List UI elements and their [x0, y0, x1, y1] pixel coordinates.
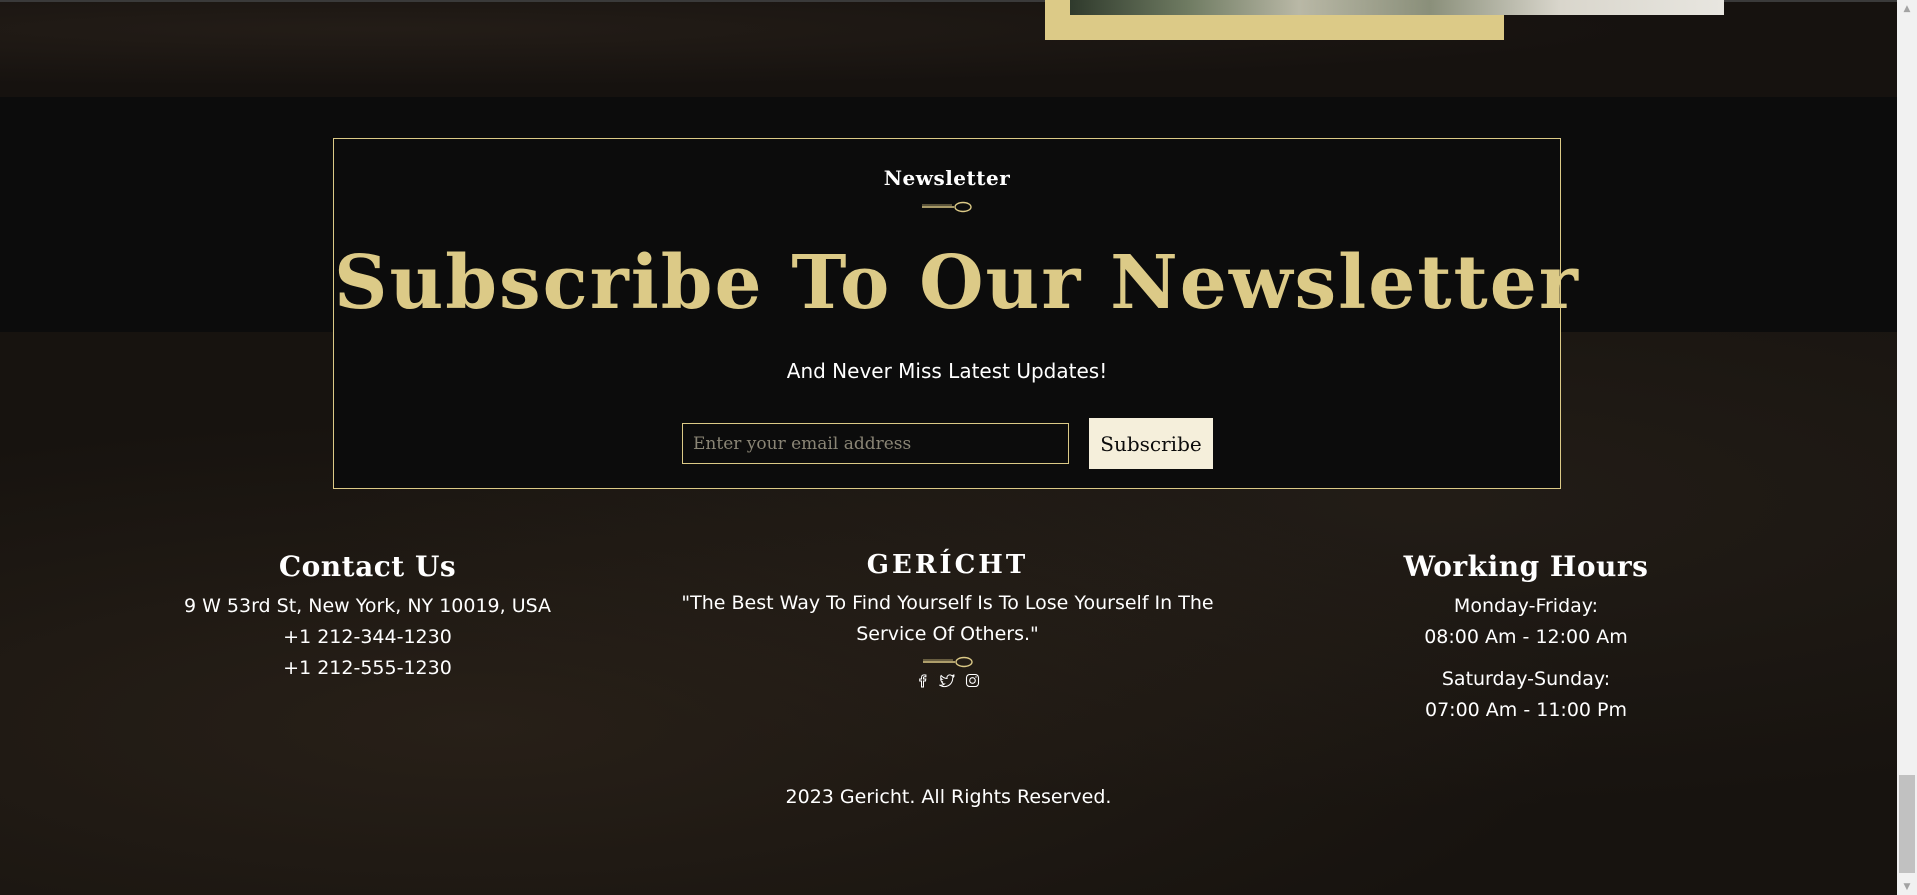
weekday-label: Monday-Friday:	[1453, 595, 1599, 617]
email-input[interactable]	[682, 423, 1069, 464]
scroll-up-arrow-icon[interactable]: ▲	[1897, 0, 1917, 17]
twitter-icon[interactable]	[938, 672, 956, 689]
page: Newsletter Subscribe To Our Newsletter A…	[0, 0, 1917, 895]
instagram-icon[interactable]	[964, 672, 981, 689]
weekend-hours: 07:00 Am - 11:00 Pm	[1425, 699, 1627, 721]
working-hours-column: Working Hours Monday-Friday: 08:00 Am - …	[1380, 550, 1672, 726]
contact-address: 9 W 53rd St, New York, NY 10019, USA	[183, 595, 552, 617]
spoon-divider-icon	[650, 656, 1245, 668]
vertical-scrollbar[interactable]: ▲ ▼	[1897, 0, 1917, 895]
contact-column: Contact Us 9 W 53rd St, New York, NY 100…	[150, 550, 585, 684]
contact-details: 9 W 53rd St, New York, NY 10019, USA +1 …	[150, 591, 585, 684]
hours-spacer	[1380, 653, 1672, 664]
spoon-divider-icon	[334, 201, 1560, 213]
newsletter-box: Newsletter Subscribe To Our Newsletter A…	[333, 138, 1580, 489]
contact-phone-1: +1 212-344-1230	[283, 626, 452, 648]
copyright-text: 2023 Gericht. All Rights Reserved.	[785, 786, 1112, 808]
newsletter-title: Subscribe To Our Newsletter	[334, 240, 1580, 326]
gallery-image-edge	[1070, 0, 1724, 15]
newsletter-tagline: And Never Miss Latest Updates!	[786, 359, 1108, 383]
working-hours-details: Monday-Friday: 08:00 Am - 12:00 Am Satur…	[1380, 591, 1672, 726]
subscribe-button[interactable]: Subscribe	[1089, 418, 1213, 469]
contact-heading: Contact Us	[278, 550, 457, 583]
weekend-label: Saturday-Sunday:	[1441, 668, 1611, 690]
brand-quote: "The Best Way To Find Yourself Is To Los…	[681, 592, 1214, 645]
facebook-icon[interactable]	[914, 672, 931, 689]
newsletter-subtitle: Newsletter	[883, 166, 1011, 190]
working-hours-heading: Working Hours	[1403, 550, 1649, 583]
scroll-down-arrow-icon[interactable]: ▼	[1897, 878, 1917, 895]
brand-logo: GERÍCHT	[866, 550, 1029, 580]
brand-column: GERÍCHT "The Best Way To Find Yourself I…	[650, 550, 1245, 689]
scrollbar-thumb[interactable]	[1899, 775, 1915, 873]
weekday-hours: 08:00 Am - 12:00 Am	[1424, 626, 1628, 648]
contact-phone-2: +1 212-555-1230	[283, 657, 452, 679]
social-links	[650, 672, 1245, 689]
